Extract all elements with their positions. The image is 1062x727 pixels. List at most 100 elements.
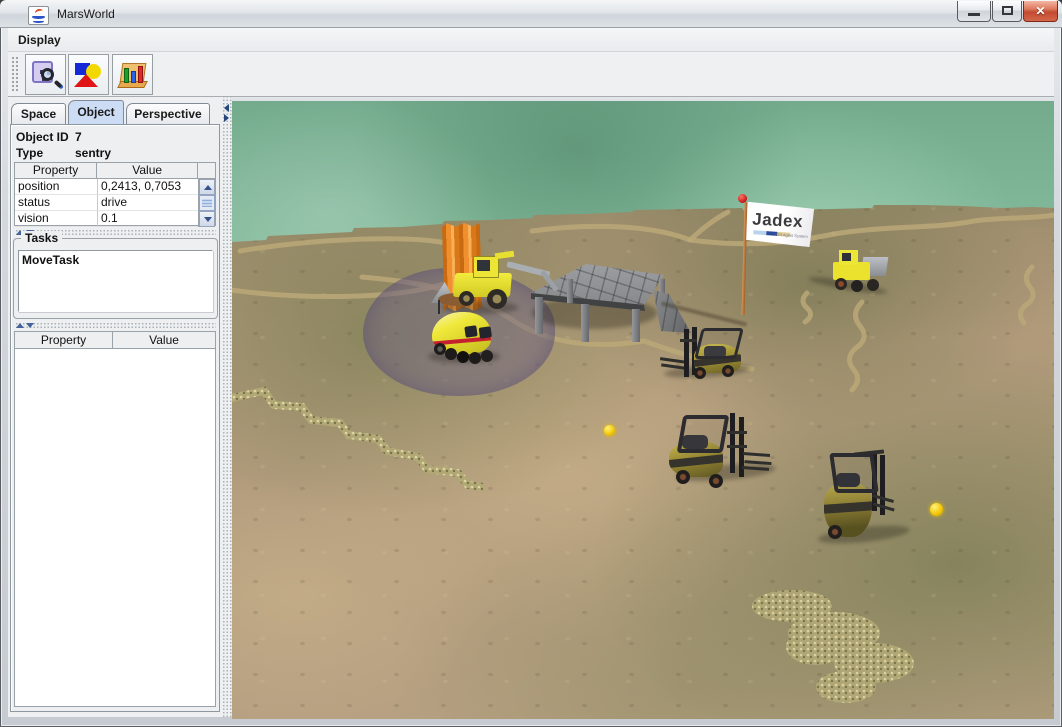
platform-leg [581,304,589,342]
stripe [753,230,766,235]
close-button[interactable]: ✕ [1023,1,1058,22]
bar-chart-icon [117,59,149,91]
tab-object[interactable]: Object [68,100,124,124]
tasks-title: Tasks [21,231,62,245]
flag-logo-text: Jadex [752,210,804,233]
object-panel: Object ID 7 Type sentry Property Value p… [10,124,220,712]
cell-property: position [15,179,98,195]
java-cup-glyph [32,15,45,19]
ore-nugget[interactable] [604,425,615,436]
toolbar [8,52,1054,97]
gravel-patch [752,590,914,703]
arrow-down-icon [204,217,212,222]
cell-property: status [15,195,98,211]
list-item-movetask[interactable]: MoveTask [22,253,79,267]
toolbar-inspect-button[interactable] [25,54,66,95]
column-header-corner [198,163,215,179]
table-row[interactable]: status drive [15,195,215,211]
cell-property: vision [15,211,98,227]
truck-window [842,253,851,261]
menu-item-display[interactable]: Display [14,32,65,48]
window-title: MarsWorld [57,7,115,21]
sidebar: Space Object Perspective Object ID 7 Typ… [8,97,222,717]
column-header-value[interactable]: Value [97,163,198,179]
collapse-left-icon[interactable] [224,104,229,112]
forklift-wheel [709,474,723,488]
flag-top-ball [738,194,747,203]
forklift-band [669,454,723,469]
terrain-paths [232,101,1054,719]
toolbar-charts-button[interactable] [112,54,153,95]
tab-space[interactable]: Space [11,103,66,124]
app-window: MarsWorld ✕ Display [0,0,1062,727]
collapse-right-icon[interactable] [224,114,229,122]
mars-scene[interactable]: Jadex BDI Agent System [232,101,1054,719]
column-header-property[interactable]: Property [15,163,97,179]
forklift-wheel [694,367,706,379]
forklift-wheel [828,525,842,539]
tab-perspective[interactable]: Perspective [126,103,210,124]
menu-bar: Display [8,28,1054,52]
ore-nugget[interactable] [930,503,943,516]
truck-cab [839,250,858,265]
green-bar-glyph [124,68,129,83]
column-header-property[interactable]: Property [15,332,113,349]
arrow-up-icon [204,185,212,190]
forklift-guard-frame [694,328,744,359]
collapse-down-icon[interactable] [26,323,34,328]
task-table-header: Property Value [15,332,215,348]
jadex-flag[interactable]: Jadex BDI Agent System [745,202,815,248]
platform-leg [535,297,543,334]
mast-crossbar [680,339,697,342]
table-row[interactable]: position 0,2413, 0,7053 [15,179,215,195]
minimize-icon [968,13,980,16]
table-scrollbar[interactable] [198,179,215,227]
excavator-wheel [487,289,507,309]
table-row[interactable]: vision 0.1 [15,211,215,227]
excavator-wheel [459,291,474,306]
magnifier-lens [41,68,54,81]
tasks-list[interactable]: MoveTask [18,250,213,312]
column-header-value[interactable]: Value [113,332,215,349]
toolbar-shapes-button[interactable] [68,54,109,95]
forklift-mast [730,413,735,473]
maximize-icon [1002,6,1013,15]
property-table-header: Property Value [15,163,215,179]
forklift-wheel [676,470,690,484]
red-triangle-glyph [74,74,98,87]
forklift-mast [684,329,689,377]
forklift-band [824,501,872,514]
scrollbar-thumb[interactable] [199,195,215,211]
magnifier-inspector-icon [30,59,62,91]
flag-logo-subtext: BDI Agent System [775,232,808,239]
cell-value: 0.1 [98,211,200,227]
truck-wheels [835,278,847,290]
cell-value: drive [98,195,200,211]
rover-wheels [434,343,446,355]
minimize-button[interactable] [957,1,991,22]
sidebar-splitter[interactable] [222,97,232,717]
terrain [232,101,1054,719]
excavator-window [477,260,490,271]
scroll-up-button[interactable] [199,179,215,195]
rover-antenna [438,300,440,314]
maximize-button[interactable] [992,1,1022,22]
mast-crossbar [727,431,747,434]
object-type-label: Type [16,146,43,160]
magnifier-handle [54,80,63,88]
blue-bar-glyph [131,71,136,83]
object-id-label: Object ID [16,130,69,144]
forklift-guard-frame [677,415,730,453]
java-app-icon [28,6,49,25]
red-bar-glyph [138,66,143,83]
scroll-down-button[interactable] [199,211,215,227]
3d-viewport[interactable]: Jadex BDI Agent System [232,97,1054,717]
property-table: Property Value position 0,2413, 0,7053 s… [14,162,216,226]
task-property-table: Property Value [14,331,216,707]
split-divider-bottom[interactable] [14,322,216,329]
collapse-up-icon[interactable] [16,323,24,328]
title-bar[interactable]: MarsWorld ✕ [0,0,1062,28]
close-icon: ✕ [1024,1,1057,21]
forklift-guard-frame [829,453,879,493]
toolbar-drag-handle[interactable] [11,56,19,93]
